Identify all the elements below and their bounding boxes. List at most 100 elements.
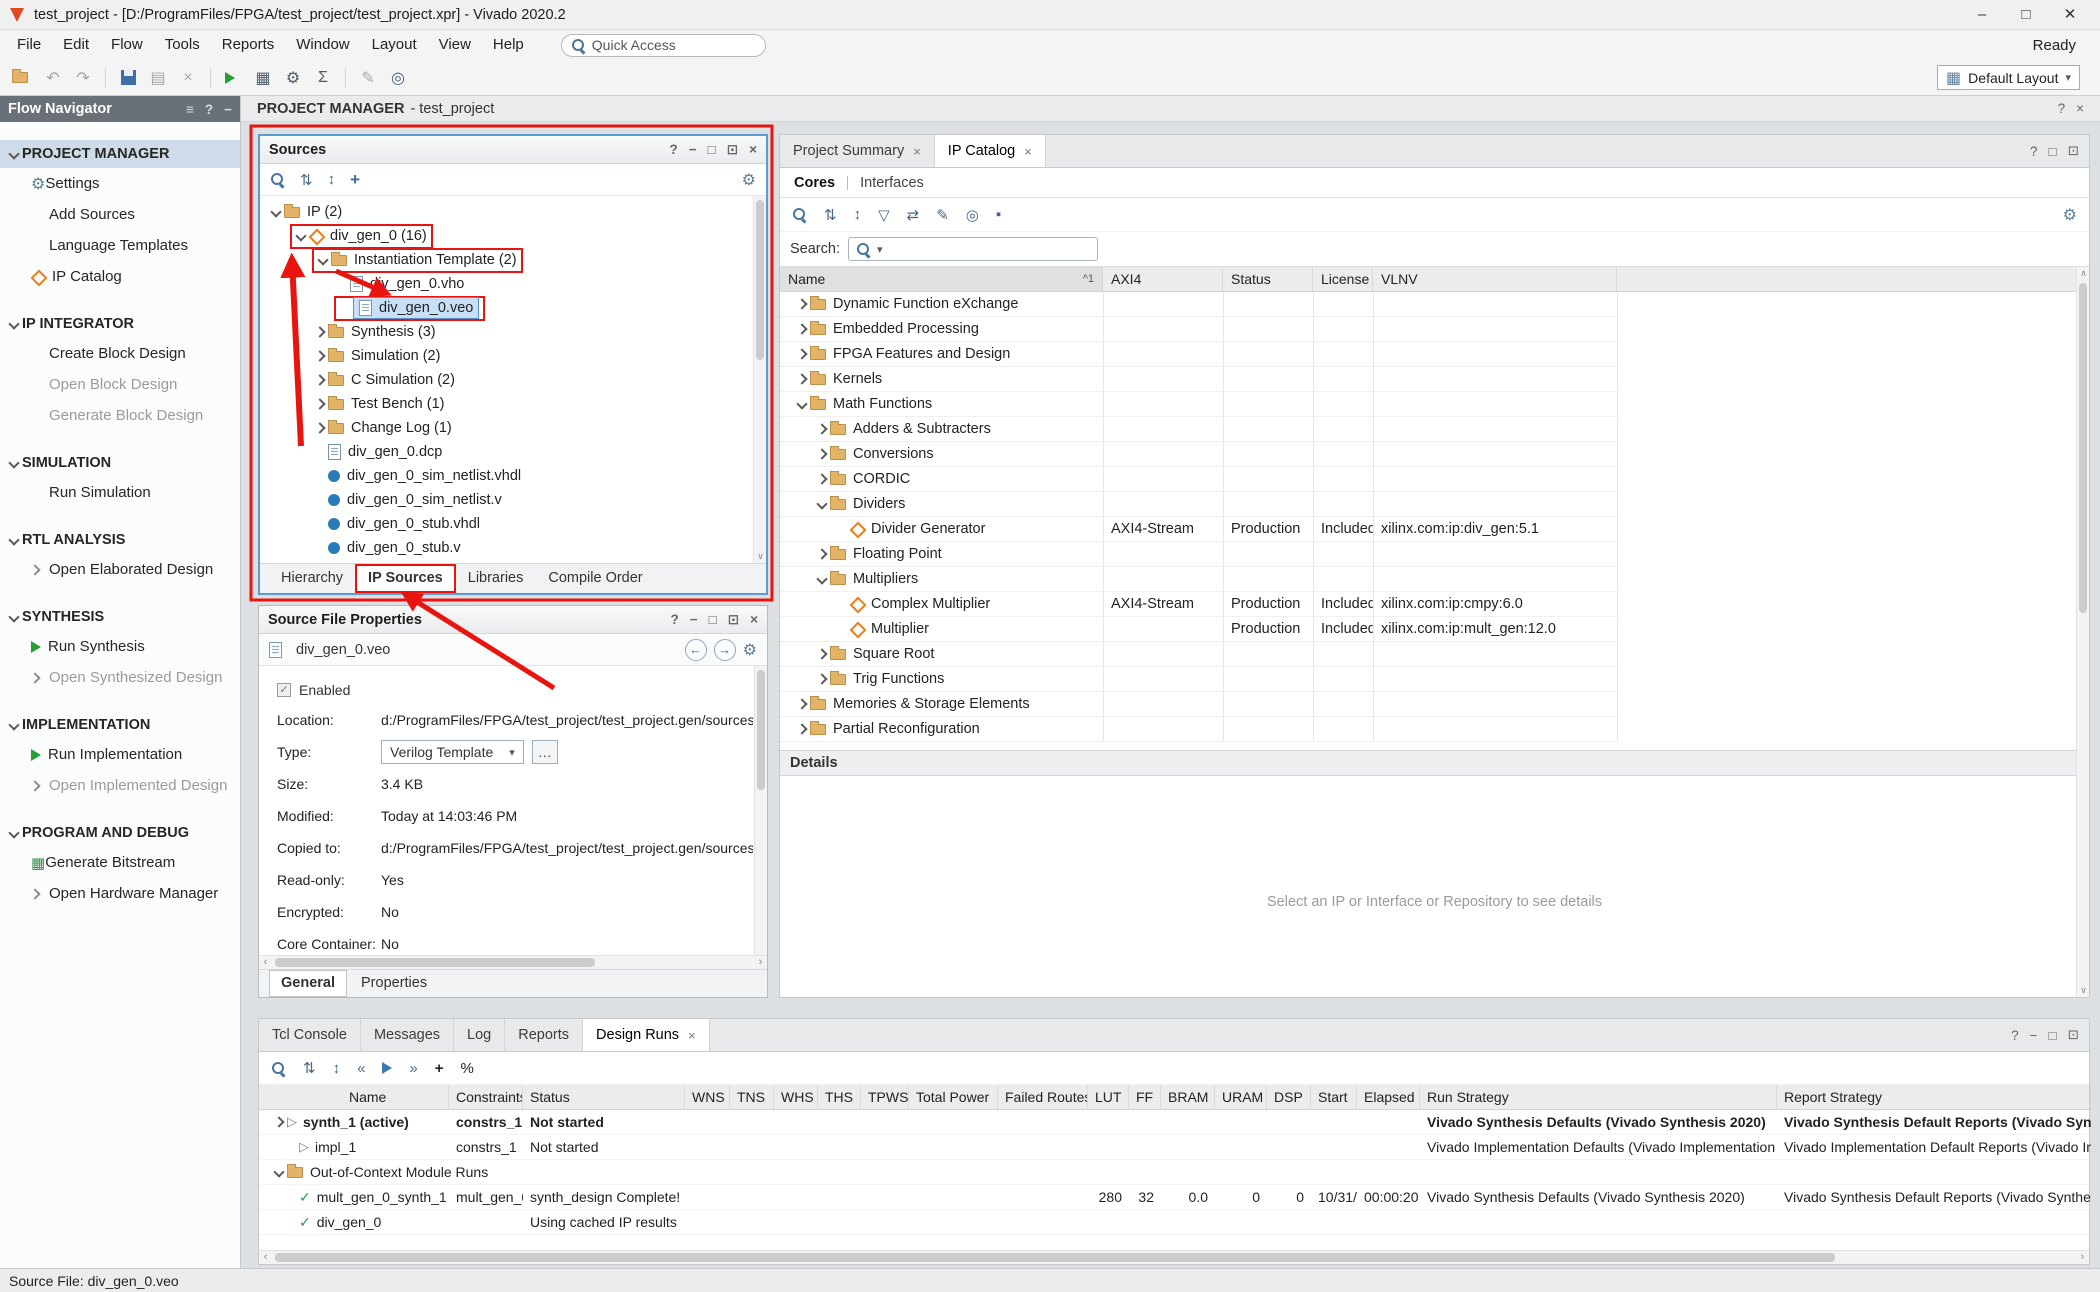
chevron-down-icon[interactable] — [293, 232, 309, 240]
scrollbar-thumb[interactable] — [756, 200, 764, 360]
ipcat-row[interactable]: Divider GeneratorAXI4-StreamProductionIn… — [780, 517, 1617, 542]
chevron-right-icon[interactable] — [271, 1118, 287, 1126]
chevron-right-icon[interactable] — [312, 400, 328, 408]
column-header-status[interactable]: Status — [523, 1085, 685, 1109]
ipcat-row[interactable]: Multipliers — [780, 567, 1617, 592]
source-tree-item[interactable]: Instantiation Template (2) — [260, 248, 766, 272]
flownav-item-run-simulation[interactable]: Run Simulation — [0, 477, 240, 508]
run-row[interactable]: Out-of-Context Module Runs — [259, 1160, 2089, 1185]
ipcat-row[interactable]: Floating Point — [780, 542, 1617, 567]
search-icon[interactable] — [270, 172, 285, 187]
ipcat-row[interactable]: Partial Reconfiguration — [780, 717, 1617, 742]
chevron-down-icon[interactable] — [268, 208, 284, 216]
ipcat-row[interactable]: Embedded Processing — [780, 317, 1617, 342]
vertical-scrollbar[interactable] — [754, 666, 767, 955]
source-tree-item[interactable]: IP (2) — [260, 200, 766, 224]
column-header-elapsed[interactable]: Elapsed — [1357, 1085, 1420, 1109]
column-header-failed-routes[interactable]: Failed Routes — [998, 1085, 1088, 1109]
flow-icon[interactable]: ▦ — [250, 65, 276, 91]
menu-item-file[interactable]: File — [6, 30, 52, 60]
step-last-icon[interactable]: » — [409, 1060, 417, 1077]
workspace-tab-ip-catalog[interactable]: IP Catalog× — [935, 135, 1046, 167]
back-icon[interactable]: ← — [685, 639, 707, 661]
ipcat-row[interactable]: Adders & Subtracters — [780, 417, 1617, 442]
float-icon[interactable]: ⊡ — [727, 142, 738, 158]
chevron-down-icon[interactable] — [814, 500, 830, 508]
flownav-item-open-elaborated-design[interactable]: Open Elaborated Design — [0, 554, 240, 585]
bottom-tab-log[interactable]: Log — [454, 1019, 505, 1051]
column-header-dsp[interactable]: DSP — [1267, 1085, 1311, 1109]
search-icon[interactable] — [792, 207, 807, 222]
close-icon[interactable]: × — [688, 1028, 696, 1043]
ipcat-row[interactable]: Math Functions — [780, 392, 1617, 417]
column-header-name[interactable]: Name^1 — [780, 267, 1103, 291]
minimize-icon[interactable]: − — [224, 102, 232, 117]
scrollbar-thumb[interactable] — [757, 670, 765, 790]
chevron-down-icon[interactable] — [6, 613, 22, 621]
flownav-item-open-hardware-manager[interactable]: Open Hardware Manager — [0, 878, 240, 909]
help-icon[interactable]: ? — [2058, 101, 2066, 116]
source-tree-item[interactable]: div_gen_0_sim_netlist.v — [260, 488, 766, 512]
scroll-down-icon[interactable]: ∨ — [754, 550, 766, 563]
search-icon[interactable] — [271, 1061, 286, 1076]
chevron-right-icon[interactable] — [814, 675, 830, 683]
chevron-right-icon[interactable] — [814, 450, 830, 458]
debug-icon[interactable]: ◎ — [385, 65, 411, 91]
close-button[interactable]: ✕ — [2048, 0, 2092, 29]
menu-item-window[interactable]: Window — [285, 30, 360, 60]
column-header-report-strategy[interactable]: Report Strategy — [1777, 1085, 2091, 1109]
column-header-run-strategy[interactable]: Run Strategy — [1420, 1085, 1777, 1109]
menu-item-reports[interactable]: Reports — [211, 30, 286, 60]
copy-icon[interactable]: ▤ — [145, 65, 171, 91]
maximize-icon[interactable]: □ — [708, 142, 716, 157]
column-header-constraints[interactable]: Constraints — [449, 1085, 523, 1109]
source-tree-item[interactable]: div_gen_0_stub.v — [260, 536, 766, 560]
float-icon[interactable]: ⊡ — [2068, 143, 2079, 159]
column-header-uram[interactable]: URAM — [1215, 1085, 1267, 1109]
chevron-down-icon[interactable] — [271, 1168, 287, 1176]
percent-icon[interactable]: % — [461, 1060, 474, 1077]
ipcat-row[interactable]: Trig Functions — [780, 667, 1617, 692]
close-icon[interactable]: × — [2076, 101, 2084, 116]
step-first-icon[interactable]: « — [357, 1060, 365, 1077]
ipcat-row[interactable]: Dynamic Function eXchange — [780, 292, 1617, 317]
flownav-item-create-block-design[interactable]: Create Block Design — [0, 338, 240, 369]
minimize-icon[interactable]: − — [690, 612, 698, 627]
flownav-item-generate-block-design[interactable]: Generate Block Design — [0, 400, 240, 431]
run-row[interactable]: ✓div_gen_0Using cached IP results — [259, 1210, 2089, 1235]
scroll-down-icon[interactable]: ∨ — [2077, 984, 2090, 997]
ipcat-row[interactable]: Conversions — [780, 442, 1617, 467]
ipcat-row[interactable]: Complex MultiplierAXI4-StreamProductionI… — [780, 592, 1617, 617]
flownav-item-run-implementation[interactable]: Run Implementation — [0, 739, 240, 770]
collapse-all-icon[interactable]: ⇅ — [300, 171, 313, 189]
ipcat-row[interactable]: CORDIC — [780, 467, 1617, 492]
delete-icon[interactable]: × — [175, 65, 201, 91]
scrollbar-thumb[interactable] — [2079, 283, 2087, 613]
filter-icon[interactable]: ▽ — [878, 206, 890, 224]
chevron-down-icon[interactable] — [6, 150, 22, 158]
scroll-left-icon[interactable]: ‹ — [259, 956, 272, 969]
collapse-all-icon[interactable]: ⇅ — [824, 206, 837, 224]
flownav-item-language-templates[interactable]: Language Templates — [0, 230, 240, 261]
sources-tab-compile-order[interactable]: Compile Order — [537, 566, 653, 591]
menu-item-help[interactable]: Help — [482, 30, 535, 60]
flownav-item-open-block-design[interactable]: Open Block Design — [0, 369, 240, 400]
chevron-right-icon[interactable] — [814, 550, 830, 558]
help-icon[interactable]: ? — [2011, 1028, 2019, 1043]
close-icon[interactable]: × — [750, 612, 758, 627]
chevron-down-icon[interactable] — [814, 575, 830, 583]
menu-icon[interactable]: ≡ — [186, 102, 194, 117]
column-header-tpws[interactable]: TPWS — [861, 1085, 909, 1109]
run-icon[interactable] — [220, 65, 246, 91]
chevron-right-icon[interactable] — [794, 325, 810, 333]
ipcat-row[interactable]: Kernels — [780, 367, 1617, 392]
minimize-icon[interactable]: − — [2030, 1028, 2038, 1043]
subtab-cores[interactable]: Cores — [794, 175, 835, 191]
horizontal-scrollbar[interactable]: ‹ › — [259, 955, 767, 969]
launch-runs-icon[interactable] — [382, 1062, 392, 1074]
target-icon[interactable]: ◎ — [966, 206, 979, 224]
column-header-whs[interactable]: WHS — [774, 1085, 818, 1109]
flownav-section-program-and-debug[interactable]: PROGRAM AND DEBUG — [0, 819, 240, 847]
bottom-tab-reports[interactable]: Reports — [505, 1019, 583, 1051]
menu-item-layout[interactable]: Layout — [361, 30, 428, 60]
